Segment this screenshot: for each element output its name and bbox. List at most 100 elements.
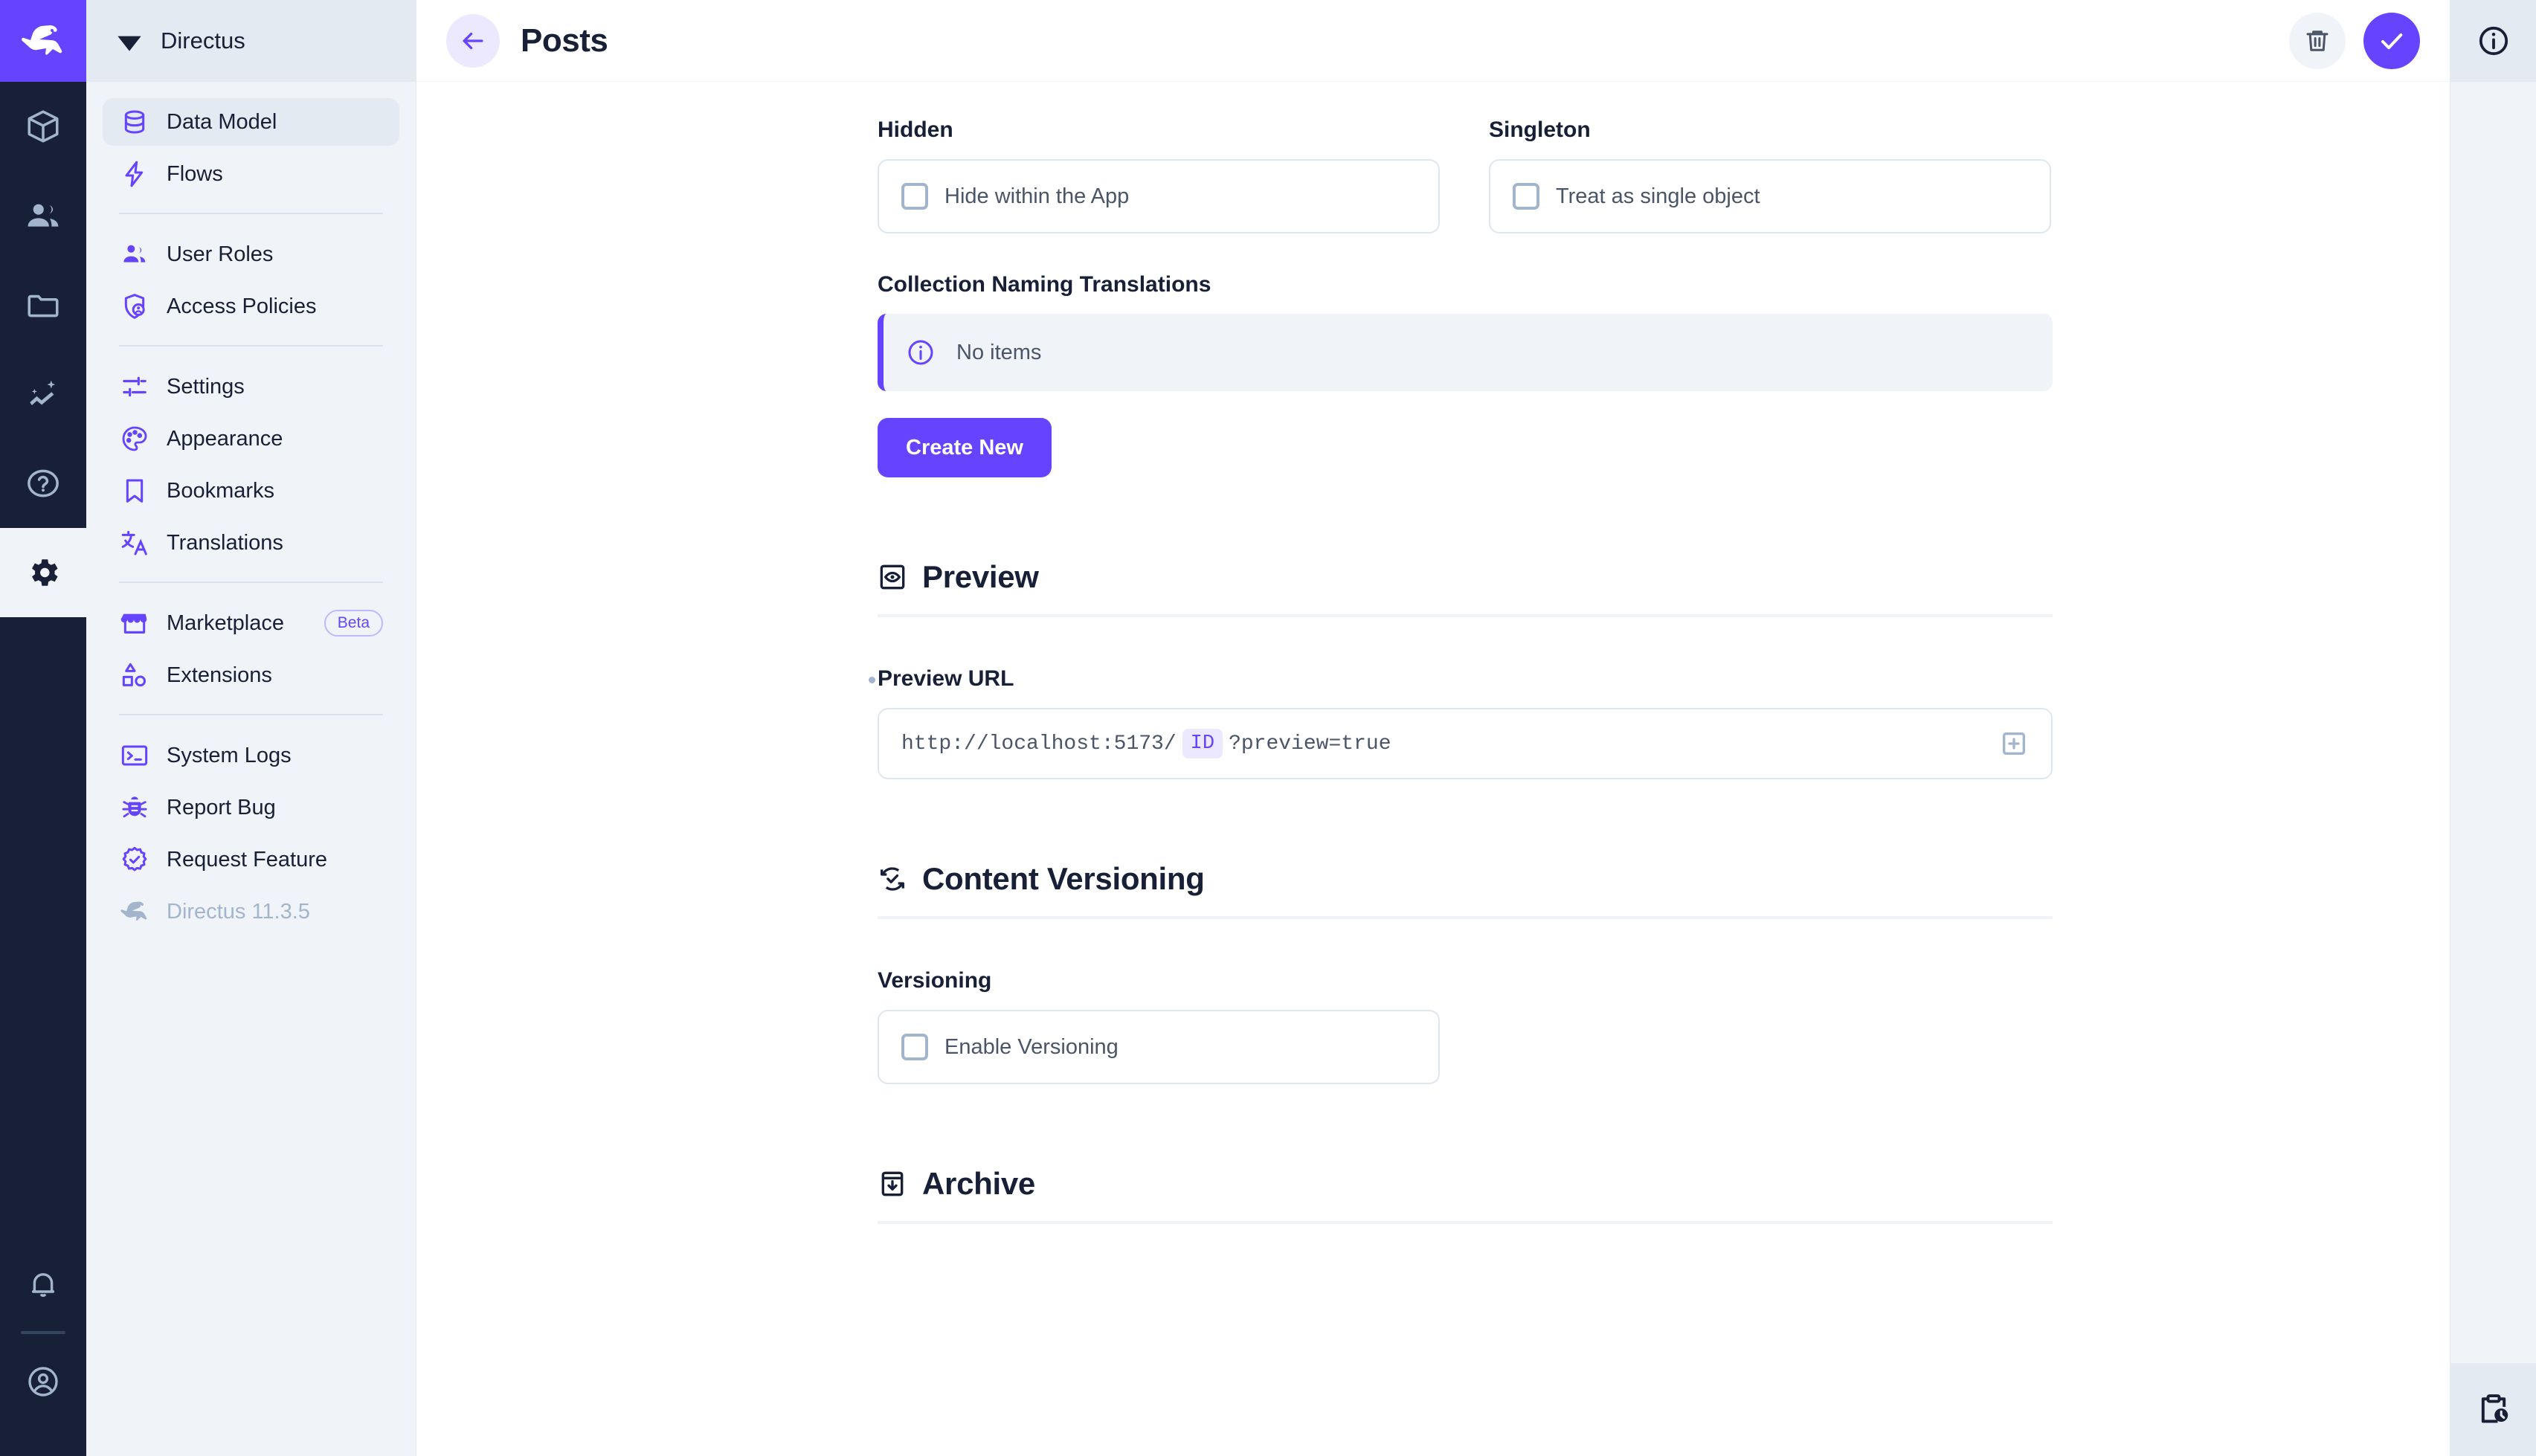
check-box-outline-icon[interactable] [901,183,928,210]
users-icon [25,197,62,234]
sidebar-item-user-roles[interactable]: User Roles [103,231,399,278]
sidebar-item-label: Flows [167,162,383,187]
sidebar-item-marketplace[interactable]: Marketplace Beta [103,599,399,647]
versioning-section-title: Content Versioning [922,861,1205,897]
sidebar-item-label: Extensions [167,663,383,688]
hidden-checkbox-box[interactable]: Hide within the App [878,159,1440,233]
sidebar-item-access-policies[interactable]: Access Policies [103,283,399,330]
preview-section-title: Preview [922,559,1039,595]
sidebar-divider [119,582,383,583]
bell-icon [25,1266,61,1301]
versioning-section: Content Versioning Versioning Enable Ver… [878,861,2053,1084]
versioning-checkbox-label: Enable Versioning [944,1035,1119,1060]
sidebar-item-request-feature[interactable]: Request Feature [103,836,399,883]
sidebar-item-label: System Logs [167,744,383,768]
sidebar-item-label: Translations [167,531,383,555]
translations-empty-notice: No items [878,314,2053,391]
archive-section: Archive [878,1166,2053,1224]
sidebar-item-system-logs[interactable]: System Logs [103,732,399,779]
shield-person-icon [119,291,150,322]
rail-item-settings[interactable] [0,528,86,617]
versioning-section-header: Content Versioning [878,861,2053,919]
rail-item-content[interactable] [0,82,86,171]
sidebar-nav: Data Model Flows User Roles Acc [86,82,416,940]
insights-icon [25,376,62,413]
sidebar-item-settings[interactable]: Settings [103,363,399,410]
directus-rabbit-icon [119,896,150,927]
rail-item-help[interactable] [0,439,86,528]
directus-rabbit-logo-icon [20,24,66,58]
sidebar-divider [119,714,383,715]
sidebar-item-label: Appearance [167,427,383,451]
singleton-field: Singleton Treat as single object [1489,117,2051,233]
info-button[interactable] [2450,0,2536,82]
sidebar-item-label: Access Policies [167,294,383,319]
preview-url-input[interactable]: http://localhost:5173/ ID ?preview=true [878,708,2053,779]
rail-item-users[interactable] [0,171,86,260]
database-icon [119,106,150,138]
page-title: Posts [521,22,608,59]
sidebar-title: Directus [161,28,245,54]
sidebar-header: Directus [86,0,416,82]
sidebar-item-bookmarks[interactable]: Bookmarks [103,467,399,515]
hidden-checkbox-label: Hide within the App [944,184,1129,209]
versioning-section-body: Versioning Enable Versioning [878,919,2053,1084]
versioning-label: Versioning [878,968,991,993]
preview-url-prefix: http://localhost:5173/ [901,732,1177,756]
save-button[interactable] [2363,13,2420,69]
sidebar-item-label: Marketplace [167,611,308,636]
check-box-outline-icon[interactable] [901,1034,928,1060]
check-icon [2377,26,2407,56]
collection-settings-form: Hidden Hide within the App Singleton Tre… [878,82,2053,1224]
notifications-button[interactable] [0,1239,86,1328]
sidebar-item-extensions[interactable]: Extensions [103,651,399,699]
preview-section-header: Preview [878,559,2053,617]
page-header: Posts [416,0,2450,82]
info-circle-outline-icon [2476,23,2511,59]
check-box-outline-icon[interactable] [1513,183,1539,210]
singleton-checkbox-box[interactable]: Treat as single object [1489,159,2051,233]
sidebar-item-label: User Roles [167,242,383,267]
create-new-button[interactable]: Create New [878,418,1052,477]
rail-item-insights[interactable] [0,349,86,439]
translate-icon [119,527,150,558]
directus-logo[interactable] [0,0,86,82]
marketplace-beta-badge: Beta [324,610,383,636]
page-content: Hidden Hide within the App Singleton Tre… [416,82,2450,1456]
sidebar-item-label: Settings [167,375,383,399]
module-rail [0,0,86,1456]
hidden-label: Hidden [878,117,953,143]
sidebar-item-version: Directus 11.3.5 [103,888,399,935]
back-button[interactable] [446,14,500,68]
preview-url-token-id[interactable]: ID [1182,729,1223,758]
account-circle-icon [25,1364,61,1399]
sync-check-icon [878,864,907,894]
terminal-icon [119,740,150,771]
delete-button[interactable] [2289,13,2346,69]
rail-item-files[interactable] [0,260,86,349]
storefront-icon [119,608,150,639]
singleton-label: Singleton [1489,117,1591,143]
sidebar-item-label: Report Bug [167,796,383,820]
people-icon [119,239,150,270]
versioning-checkbox-box[interactable]: Enable Versioning [878,1010,1440,1084]
shapes-icon [119,660,150,691]
sidebar-item-translations[interactable]: Translations [103,519,399,567]
plus-box-icon[interactable] [1999,729,2029,758]
eye-box-icon [878,562,907,592]
account-button[interactable] [0,1337,86,1426]
clipboard-clock-icon [2475,1391,2512,1428]
sidebar-item-data-model[interactable]: Data Model [103,98,399,146]
module-list [0,82,86,617]
sidebar-item-flows[interactable]: Flows [103,150,399,198]
sidebar-item-label: Bookmarks [167,479,383,503]
settings-sidebar: Directus Data Model Flows [86,0,416,1456]
preview-url-suffix: ?preview=true [1229,732,1391,756]
rail-divider [21,1331,65,1334]
sidebar-item-report-bug[interactable]: Report Bug [103,784,399,831]
revisions-button[interactable] [2450,1363,2536,1456]
bug-icon [119,792,150,823]
sidebar-item-appearance[interactable]: Appearance [103,415,399,463]
palette-icon [119,423,150,454]
archive-icon [878,1169,907,1199]
